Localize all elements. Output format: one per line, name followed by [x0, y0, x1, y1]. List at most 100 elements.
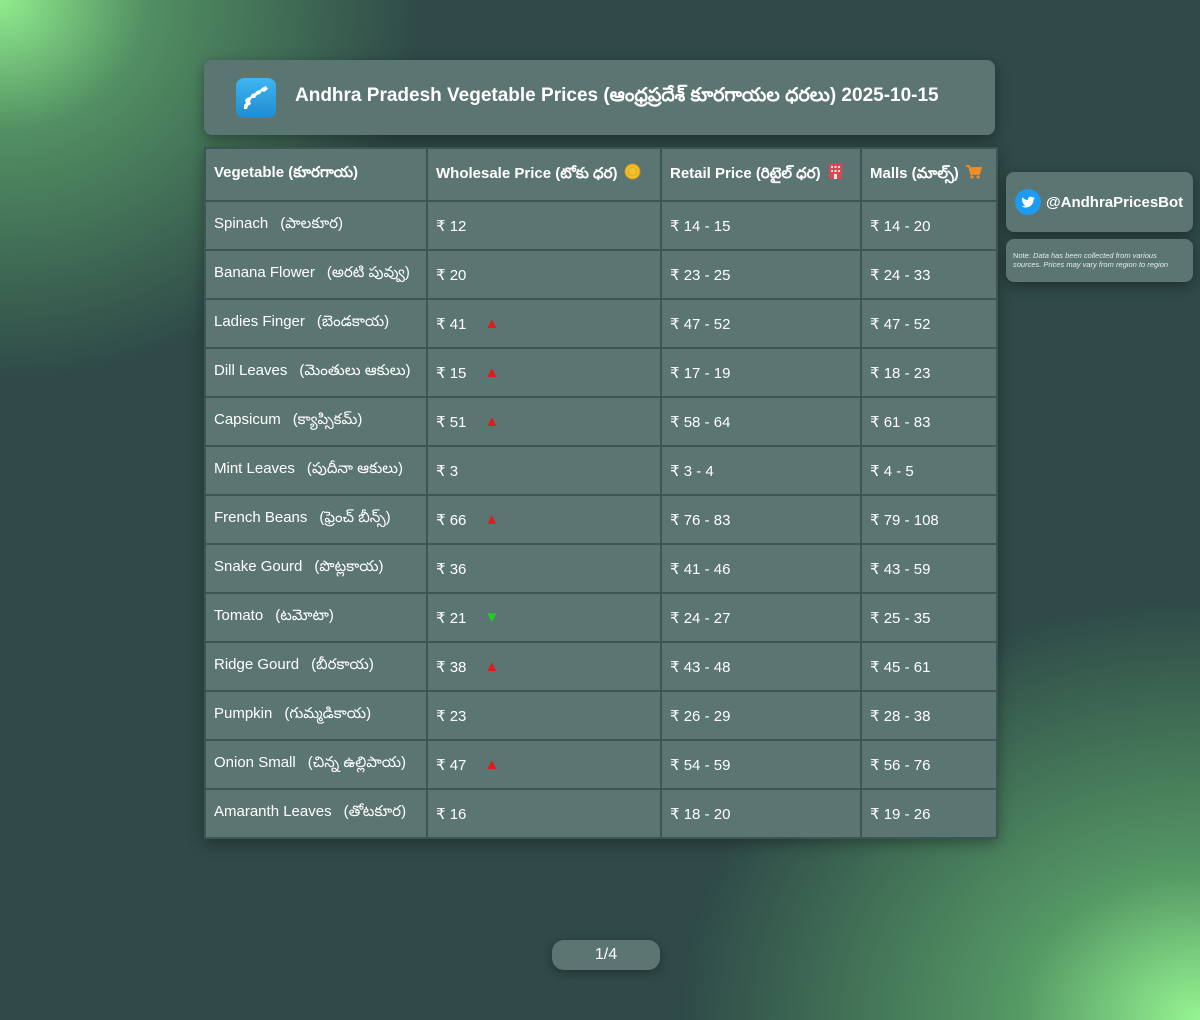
- vegetable-cell: Tomato (టమోటా): [204, 592, 428, 643]
- trend-up-icon: ▲: [484, 657, 500, 675]
- shopping-cart-icon: [965, 163, 983, 184]
- vegetable-name-telugu: (పాలకూర): [280, 215, 344, 232]
- vegetable-cell: Mint Leaves (పుదీనా ఆకులు): [204, 445, 428, 496]
- retail-price: ₹ 47 - 52: [660, 298, 862, 349]
- table-row: French Beans (ఫ్రెంచ్ బీన్స్) ₹ 66 ▲ ₹ 76 - …: [204, 494, 998, 545]
- vegetable-name-telugu: (ఫ్రెంచ్ బీన్స్): [319, 509, 391, 526]
- vegetable-name: Mint Leaves: [214, 460, 295, 477]
- wholesale-cell: ₹ 20: [426, 249, 662, 300]
- malls-price: ₹ 28 - 38: [860, 690, 998, 741]
- vegetable-cell: French Beans (ఫ్రెంచ్ బీన్స్): [204, 494, 428, 545]
- wholesale-cell: ₹ 16: [426, 788, 662, 839]
- wholesale-price: ₹ 47: [436, 756, 467, 774]
- malls-price: ₹ 43 - 59: [860, 543, 998, 594]
- malls-price: ₹ 19 - 26: [860, 788, 998, 839]
- trend-up-icon: ▲: [484, 412, 500, 430]
- wholesale-price: ₹ 38: [436, 658, 467, 676]
- vegetable-name-telugu: (టమోటా): [275, 607, 334, 624]
- wholesale-price: ₹ 66: [436, 511, 467, 529]
- wholesale-price: ₹ 12: [436, 217, 467, 235]
- retail-price: ₹ 58 - 64: [660, 396, 862, 447]
- twitter-handle[interactable]: @AndhraPricesBot: [1046, 194, 1183, 211]
- table-row: Tomato (టమోటా) ₹ 21 ▼ ₹ 24 - 27 ₹ 25 - 35: [204, 592, 998, 643]
- retail-price: ₹ 43 - 48: [660, 641, 862, 692]
- andhra-pradesh-map-icon: [236, 77, 276, 118]
- malls-price: ₹ 4 - 5: [860, 445, 998, 496]
- wholesale-cell: ₹ 66 ▲: [426, 494, 662, 545]
- vegetable-cell: Dill Leaves (మెంతులు ఆకులు): [204, 347, 428, 398]
- wholesale-price: ₹ 20: [436, 266, 467, 284]
- retail-price: ₹ 3 - 4: [660, 445, 862, 496]
- vegetable-cell: Snake Gourd (పొట్లకాయ): [204, 543, 428, 594]
- vegetable-name: Onion Small: [214, 754, 296, 771]
- header-panel: Andhra Pradesh Vegetable Prices (ఆంధ్రప్…: [204, 60, 995, 135]
- table-row: Banana Flower (అరటి పువ్వు) ₹ 20 ₹ 23 - 25 ₹…: [204, 249, 998, 300]
- note-label: Note:: [1013, 251, 1031, 260]
- vegetable-name-telugu: (గుమ్మడికాయ): [284, 705, 372, 722]
- wholesale-cell: ₹ 47 ▲: [426, 739, 662, 790]
- malls-price: ₹ 18 - 23: [860, 347, 998, 398]
- vegetable-cell: Banana Flower (అరటి పువ్వు): [204, 249, 428, 300]
- wholesale-price: ₹ 36: [436, 560, 467, 578]
- wholesale-price: ₹ 21: [436, 609, 467, 627]
- table-row: Capsicum (క్యాప్సికమ్) ₹ 51 ▲ ₹ 58 - 64 ₹ 61 …: [204, 396, 998, 447]
- page-indicator[interactable]: 1/4: [552, 940, 660, 970]
- wholesale-cell: ₹ 12: [426, 200, 662, 251]
- twitter-handle-card[interactable]: @AndhraPricesBot: [1006, 172, 1193, 232]
- table-row: Onion Small (చిన్న ఉల్లిపాయ) ₹ 47 ▲ ₹ 54 - 5…: [204, 739, 998, 790]
- wholesale-price: ₹ 16: [436, 805, 467, 823]
- vegetable-name-telugu: (చిన్న ఉల్లిపాయ): [307, 754, 407, 771]
- table-header-row: Vegetable (కూరగాయ) Wholesale Price (టోకు…: [204, 147, 998, 202]
- vegetable-name-telugu: (పుదీనా ఆకులు): [306, 460, 403, 477]
- table-row: Snake Gourd (పొట్లకాయ) ₹ 36 ₹ 41 - 46 ₹ 43 -…: [204, 543, 998, 594]
- vegetable-cell: Ladies Finger (బెండకాయ): [204, 298, 428, 349]
- retail-price: ₹ 54 - 59: [660, 739, 862, 790]
- vegetable-name: Ridge Gourd: [214, 656, 300, 673]
- trend-up-icon: ▲: [484, 510, 500, 528]
- table-row: Amaranth Leaves (తోటకూర) ₹ 16 ₹ 18 - 20 ₹ 19…: [204, 788, 998, 839]
- vegetable-name-telugu: (బెండకాయ): [316, 313, 390, 330]
- trend-up-icon: ▲: [484, 314, 500, 332]
- price-table: Vegetable (కూరగాయ) Wholesale Price (టోకు…: [204, 147, 998, 839]
- wholesale-cell: ₹ 21 ▼: [426, 592, 662, 643]
- wholesale-price: ₹ 15: [436, 364, 467, 382]
- malls-price: ₹ 61 - 83: [860, 396, 998, 447]
- wholesale-cell: ₹ 51 ▲: [426, 396, 662, 447]
- wholesale-price: ₹ 41: [436, 315, 467, 333]
- vegetable-name: French Beans: [214, 509, 308, 526]
- table-row: Spinach (పాలకూర) ₹ 12 ₹ 14 - 15 ₹ 14 - 20: [204, 200, 998, 251]
- vegetable-name-telugu: (క్యాప్సికమ్): [292, 411, 363, 428]
- vegetable-name: Ladies Finger: [214, 313, 305, 330]
- vegetable-cell: Pumpkin (గుమ్మడికాయ): [204, 690, 428, 741]
- column-header-retail: Retail Price (రిటైల్ ధర): [660, 147, 862, 202]
- column-header-vegetable: Vegetable (కూరగాయ): [204, 147, 428, 202]
- retail-price: ₹ 76 - 83: [660, 494, 862, 545]
- page-title: Andhra Pradesh Vegetable Prices (ఆంధ్రప్…: [295, 84, 939, 106]
- retail-price: ₹ 17 - 19: [660, 347, 862, 398]
- vegetable-name-telugu: (అరటి పువ్వు): [326, 264, 410, 281]
- vegetable-name: Spinach: [214, 215, 269, 232]
- vegetable-name: Snake Gourd: [214, 558, 303, 575]
- vegetable-name-telugu: (మెంతులు ఆకులు): [299, 362, 411, 379]
- table-row: Pumpkin (గుమ్మడికాయ) ₹ 23 ₹ 26 - 29 ₹ 28 - 3…: [204, 690, 998, 741]
- wholesale-cell: ₹ 38 ▲: [426, 641, 662, 692]
- vegetable-name: Banana Flower: [214, 264, 315, 281]
- wholesale-price: ₹ 51: [436, 413, 467, 431]
- malls-price: ₹ 56 - 76: [860, 739, 998, 790]
- wholesale-cell: ₹ 3: [426, 445, 662, 496]
- trend-up-icon: ▲: [484, 755, 500, 773]
- malls-price: ₹ 45 - 61: [860, 641, 998, 692]
- vegetable-name: Pumpkin: [214, 705, 273, 722]
- column-header-wholesale: Wholesale Price (టోకు ధర): [426, 147, 662, 202]
- vegetable-cell: Ridge Gourd (బీరకాయ): [204, 641, 428, 692]
- retail-price: ₹ 14 - 15: [660, 200, 862, 251]
- retail-price: ₹ 41 - 46: [660, 543, 862, 594]
- vegetable-name: Amaranth Leaves: [214, 803, 332, 820]
- vegetable-name: Capsicum: [214, 411, 281, 428]
- vegetable-name-telugu: (తోటకూర): [343, 803, 407, 820]
- twitter-bird-icon: [1015, 189, 1041, 215]
- column-header-malls: Malls (మాల్స్): [860, 147, 998, 202]
- wholesale-price: ₹ 23: [436, 707, 467, 725]
- retail-price: ₹ 23 - 25: [660, 249, 862, 300]
- retail-price: ₹ 24 - 27: [660, 592, 862, 643]
